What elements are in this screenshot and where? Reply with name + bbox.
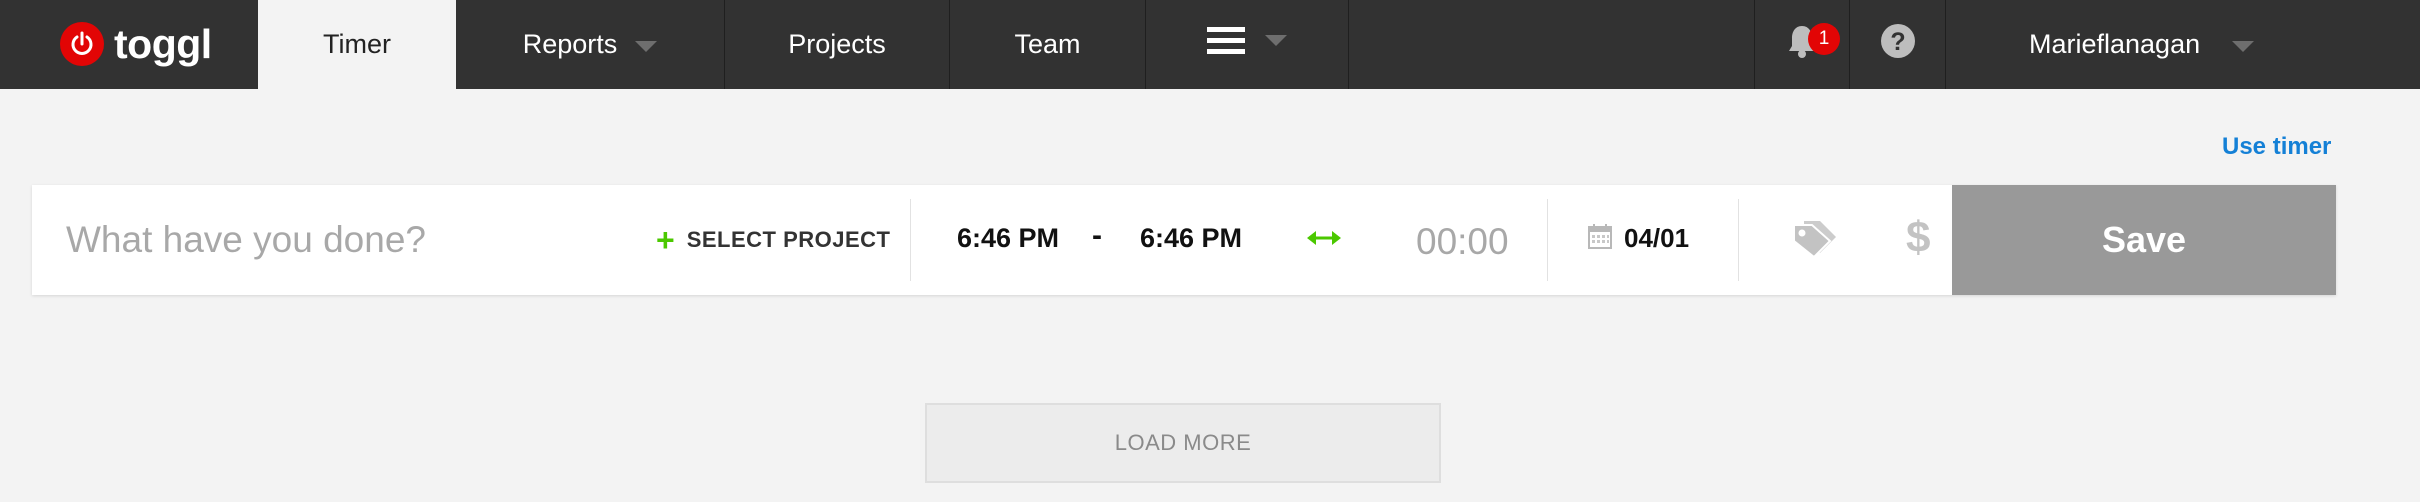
- use-timer-link[interactable]: Use timer: [2222, 133, 2331, 161]
- entry-divider: [910, 199, 911, 281]
- top-navigation: toggl Timer Reports Projects Team 1 ? Ma…: [0, 0, 2420, 89]
- chevron-down-icon: [1265, 35, 1287, 46]
- select-project-button[interactable]: + SELECT PROJECT: [656, 222, 891, 258]
- entry-date: 04/01: [1624, 223, 1690, 253]
- time-entry-bar: + SELECT PROJECT 6:46 PM - 6:46 PM 00:00: [32, 185, 2336, 295]
- brand-name: toggl: [114, 20, 212, 67]
- user-menu[interactable]: Marieflanagan: [1946, 0, 2276, 89]
- entry-divider: [1738, 199, 1739, 281]
- nav-tab-reports-label: Reports: [522, 29, 618, 59]
- description-input[interactable]: [66, 215, 626, 265]
- help-button[interactable]: ?: [1850, 0, 1945, 89]
- nav-more-menu[interactable]: [1146, 0, 1348, 89]
- nav-tab-timer[interactable]: Timer: [258, 0, 456, 89]
- double-arrow-icon[interactable]: [1307, 228, 1341, 253]
- notification-count-badge: 1: [1808, 23, 1840, 55]
- billable-dollar-icon[interactable]: $: [1906, 213, 1930, 263]
- power-icon: [60, 22, 104, 66]
- nav-tab-projects-label: Projects: [788, 29, 886, 59]
- select-project-label: SELECT PROJECT: [686, 227, 891, 252]
- save-button[interactable]: Save: [1952, 185, 2336, 295]
- nav-tab-timer-label: Timer: [323, 29, 391, 59]
- nav-tab-team-label: Team: [1014, 29, 1081, 59]
- nav-tab-team[interactable]: Team: [950, 0, 1145, 89]
- nav-tab-projects[interactable]: Projects: [725, 0, 949, 89]
- tags-icon[interactable]: [1790, 217, 1840, 264]
- entry-divider: [1547, 199, 1548, 281]
- brand-logo[interactable]: toggl: [60, 20, 212, 68]
- end-time[interactable]: 6:46 PM: [1140, 223, 1242, 254]
- nav-divider: [1348, 0, 1349, 89]
- date-picker[interactable]: 04/01: [1588, 223, 1689, 254]
- duration-display[interactable]: 00:00: [1416, 221, 1509, 263]
- time-separator: -: [1092, 219, 1102, 252]
- calendar-icon: [1588, 223, 1612, 254]
- nav-tab-reports[interactable]: Reports: [456, 0, 724, 89]
- start-time[interactable]: 6:46 PM: [957, 223, 1059, 254]
- question-icon: ?: [1880, 23, 1916, 66]
- hamburger-icon: [1207, 25, 1245, 64]
- plus-icon: +: [656, 222, 675, 258]
- chevron-down-icon: [2232, 41, 2255, 52]
- chevron-down-icon: [635, 41, 658, 52]
- load-more-button[interactable]: LOAD MORE: [925, 403, 1441, 483]
- svg-text:?: ?: [1890, 28, 1905, 56]
- user-name: Marieflanagan: [2029, 29, 2201, 59]
